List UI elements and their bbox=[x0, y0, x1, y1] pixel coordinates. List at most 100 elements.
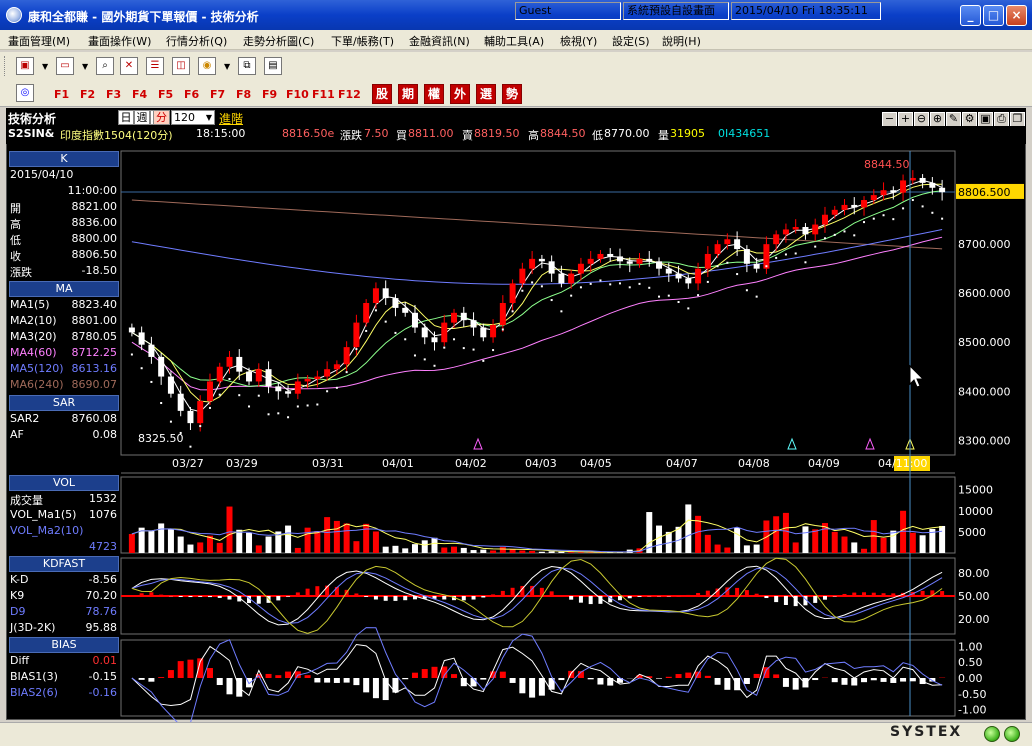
volume-bar bbox=[460, 547, 467, 553]
kd-diff-bar bbox=[149, 592, 154, 596]
bias-diff-bar bbox=[685, 672, 692, 678]
brand-logo: SYSTEX bbox=[890, 724, 963, 740]
candle-body bbox=[724, 239, 731, 245]
bias-axis-tick: 1.00 bbox=[958, 640, 983, 653]
candle-body bbox=[411, 312, 418, 328]
candle-body bbox=[480, 327, 487, 338]
kd-diff-bar bbox=[871, 592, 876, 596]
candle-body bbox=[226, 356, 233, 367]
volume-bar bbox=[255, 545, 262, 553]
sar-dot bbox=[189, 445, 192, 448]
volume-bar bbox=[880, 537, 887, 553]
candle-body bbox=[382, 288, 389, 299]
volume-bar bbox=[421, 540, 428, 553]
ma6-line bbox=[131, 199, 943, 250]
kd-diff-bar bbox=[178, 596, 183, 597]
sar-dot bbox=[931, 211, 934, 214]
candle-body bbox=[841, 204, 848, 210]
candle-body bbox=[616, 256, 623, 262]
volume-bar bbox=[451, 546, 458, 553]
kd-diff-bar bbox=[471, 596, 476, 600]
candle-body bbox=[577, 263, 584, 274]
candle-body bbox=[128, 327, 135, 333]
last-price-tag: 8806.500 bbox=[958, 186, 1011, 199]
candle-body bbox=[285, 391, 292, 394]
volume-bar bbox=[782, 512, 789, 553]
candle-body bbox=[451, 312, 458, 323]
sar-dot bbox=[326, 390, 329, 393]
bias-diff-bar bbox=[275, 675, 282, 678]
bias-diff-bar bbox=[509, 678, 516, 683]
candle-body bbox=[304, 379, 311, 382]
bias-diff-bar bbox=[411, 672, 418, 678]
date-axis-label: 04/01 bbox=[382, 457, 414, 470]
bias-diff-bar bbox=[792, 678, 799, 690]
sar-dot bbox=[257, 394, 260, 397]
candle-body bbox=[314, 376, 321, 379]
kd-diff-bar bbox=[637, 596, 642, 597]
volume-bar bbox=[177, 536, 184, 553]
bias-diff-bar bbox=[656, 678, 663, 679]
kd-diff-bar bbox=[383, 596, 388, 601]
candle-body bbox=[792, 227, 799, 230]
bias-diff-bar bbox=[148, 678, 155, 682]
candle-body bbox=[704, 253, 711, 269]
sar-dot bbox=[218, 393, 221, 396]
status-user: Guest bbox=[515, 2, 621, 20]
sar-dot bbox=[413, 354, 416, 357]
volume-bar bbox=[285, 525, 292, 553]
kd-axis-tick: 20.00 bbox=[958, 613, 990, 626]
sar-dot bbox=[716, 265, 719, 268]
sar-dot bbox=[160, 402, 163, 405]
date-axis-label: 04/03 bbox=[525, 457, 557, 470]
sar-dot bbox=[453, 338, 456, 341]
candle-body bbox=[187, 410, 194, 424]
candle-body bbox=[597, 253, 604, 259]
candle-body bbox=[529, 258, 536, 269]
volume-bar bbox=[529, 550, 536, 553]
candle-body bbox=[763, 244, 770, 269]
bias-diff-bar bbox=[324, 678, 331, 683]
bias-diff-bar bbox=[304, 675, 311, 678]
candle-body bbox=[919, 177, 926, 183]
kd-diff-bar bbox=[764, 596, 769, 599]
sar-dot bbox=[472, 348, 475, 351]
sar-dot bbox=[384, 320, 387, 323]
volume-bar bbox=[226, 506, 233, 553]
volume-bar bbox=[187, 544, 194, 553]
candle-body bbox=[138, 332, 145, 345]
sar-dot bbox=[570, 294, 573, 297]
bias-diff-bar bbox=[587, 678, 594, 680]
volume-bar bbox=[538, 551, 545, 553]
date-axis-label: 04/05 bbox=[580, 457, 612, 470]
bias-diff-bar bbox=[880, 678, 887, 682]
bias-diff-bar bbox=[782, 678, 789, 687]
price-axis-tick: 8500.000 bbox=[958, 336, 1011, 349]
kd-diff-bar bbox=[744, 590, 749, 596]
sar-dot bbox=[872, 217, 875, 220]
sar-dot bbox=[941, 217, 944, 220]
kd-diff-bar bbox=[783, 596, 788, 605]
signal-triangle-icon bbox=[865, 437, 875, 450]
sar-dot bbox=[736, 273, 739, 276]
ma4-line bbox=[131, 236, 943, 391]
sar-dot bbox=[287, 416, 290, 419]
volume-bar bbox=[841, 536, 848, 553]
mouse-cursor-icon bbox=[909, 364, 925, 388]
candle-body bbox=[294, 381, 301, 394]
technical-chart[interactable]: 8700.000 8600.000 8500.000 8400.000 8300.000… bbox=[0, 0, 1032, 746]
bias-diff-bar bbox=[538, 678, 545, 696]
sar-dot bbox=[501, 328, 504, 331]
candle-body bbox=[743, 249, 750, 264]
candle-body bbox=[695, 268, 702, 284]
volume-bar bbox=[431, 537, 438, 553]
sar-dot bbox=[462, 347, 465, 350]
bias-diff-bar bbox=[714, 678, 721, 685]
bias-diff-bar bbox=[753, 673, 760, 678]
volume-bar bbox=[441, 547, 448, 553]
sar-dot bbox=[423, 358, 426, 361]
candle-body bbox=[812, 224, 819, 235]
kd-diff-bar bbox=[578, 596, 583, 603]
signal-triangle-icon bbox=[473, 437, 483, 450]
bias-diff-bar bbox=[773, 674, 780, 678]
